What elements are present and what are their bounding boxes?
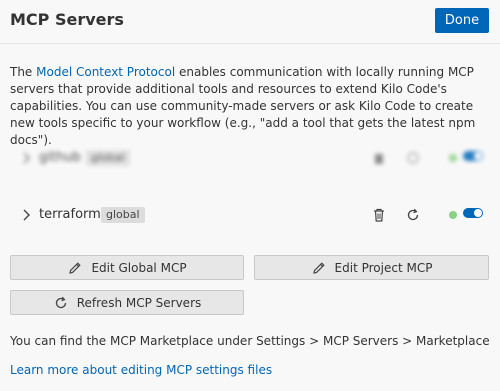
panel-header: MCP Servers Done bbox=[0, 0, 500, 44]
trash-icon[interactable] bbox=[371, 207, 387, 223]
enable-toggle[interactable] bbox=[463, 208, 483, 218]
refresh-icon[interactable] bbox=[405, 150, 421, 166]
refresh-icon[interactable] bbox=[405, 207, 421, 223]
intro-text: The Model Context Protocol enables commu… bbox=[10, 64, 495, 149]
edit-project-mcp-button[interactable]: Edit Project MCP bbox=[254, 255, 489, 280]
scope-badge: global bbox=[101, 207, 145, 223]
status-dot bbox=[449, 154, 457, 162]
chevron-right-icon[interactable] bbox=[20, 151, 32, 165]
scope-badge: global bbox=[86, 150, 130, 166]
done-button[interactable]: Done bbox=[435, 8, 489, 33]
refresh-icon bbox=[55, 296, 66, 308]
page-title: MCP Servers bbox=[10, 10, 124, 29]
enable-toggle[interactable] bbox=[463, 151, 483, 161]
pencil-icon bbox=[69, 261, 82, 274]
server-row-github[interactable]: github global bbox=[0, 143, 500, 173]
button-label: Refresh MCP Servers bbox=[76, 295, 202, 310]
server-row-terraform[interactable]: terraform global bbox=[0, 200, 500, 230]
intro-prefix: The bbox=[10, 65, 37, 79]
refresh-mcp-servers-button[interactable]: Refresh MCP Servers bbox=[10, 290, 244, 315]
mcp-protocol-link[interactable]: Model Context Protocol bbox=[36, 65, 175, 79]
edit-global-mcp-button[interactable]: Edit Global MCP bbox=[10, 255, 244, 280]
server-name: terraform bbox=[39, 207, 101, 222]
button-label: Edit Global MCP bbox=[91, 260, 187, 275]
server-name: github bbox=[39, 150, 81, 165]
button-label: Edit Project MCP bbox=[334, 260, 433, 275]
trash-icon[interactable] bbox=[371, 150, 387, 166]
marketplace-note: You can find the MCP Marketplace under S… bbox=[10, 334, 490, 348]
learn-more-link[interactable]: Learn more about editing MCP settings fi… bbox=[10, 363, 272, 377]
pencil-icon bbox=[312, 261, 325, 274]
status-dot bbox=[449, 211, 457, 219]
chevron-right-icon[interactable] bbox=[20, 208, 32, 222]
